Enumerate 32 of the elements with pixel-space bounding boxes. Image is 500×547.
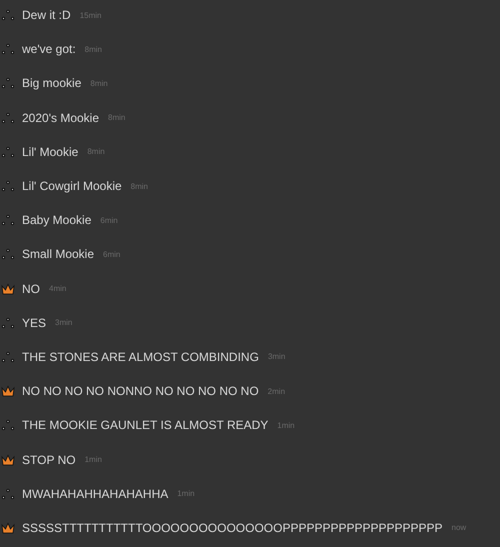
message-text: Lil' Cowgirl Mookie — [22, 179, 122, 194]
message-text: MWAHAHAHHAHAHAHHA — [22, 486, 168, 501]
triangle-dots-icon — [1, 112, 15, 124]
message-text: Lil' Mookie — [22, 144, 78, 159]
triangle-dots-icon — [1, 488, 15, 500]
message-text: Dew it :D — [22, 8, 71, 22]
crown-icon — [1, 522, 15, 534]
triangle-dots-icon — [1, 214, 15, 226]
triangle-dots-icon — [1, 146, 15, 158]
message-text: Big mookie — [22, 76, 82, 90]
triangle-dots-icon — [1, 316, 15, 329]
crown-icon — [1, 282, 15, 295]
message-text: NO — [22, 282, 40, 296]
crown-icon — [1, 454, 15, 466]
message-text: we've got: — [22, 42, 76, 56]
message-text: 2020's Mookie — [22, 110, 100, 125]
crown-icon — [1, 385, 15, 398]
message-text: SSSSSTTTTTTTTTTTOOOOOOOOOOOOOOOPPPPPPPPPPPPPPPPPPPP — [22, 520, 443, 535]
triangle-dots-icon — [1, 43, 15, 56]
triangle-dots-icon — [1, 419, 15, 432]
message-text: THE MOOKIE GAUNLET IS ALMOST READY — [22, 418, 268, 432]
message-text: NO NO NO NO NONNO NO NO NO NO NO — [22, 384, 259, 398]
message-text: Baby Mookie — [22, 213, 92, 228]
message-text: Small Mookie — [22, 247, 94, 262]
triangle-dots-icon — [1, 9, 15, 22]
message-text: YES — [22, 316, 46, 330]
triangle-dots-icon — [1, 180, 15, 192]
message-text: THE STONES ARE ALMOST COMBINDING — [22, 350, 259, 364]
triangle-dots-icon — [1, 248, 15, 260]
triangle-dots-icon — [1, 77, 15, 90]
triangle-dots-icon — [1, 350, 15, 363]
message-text: STOP NO — [22, 452, 76, 467]
